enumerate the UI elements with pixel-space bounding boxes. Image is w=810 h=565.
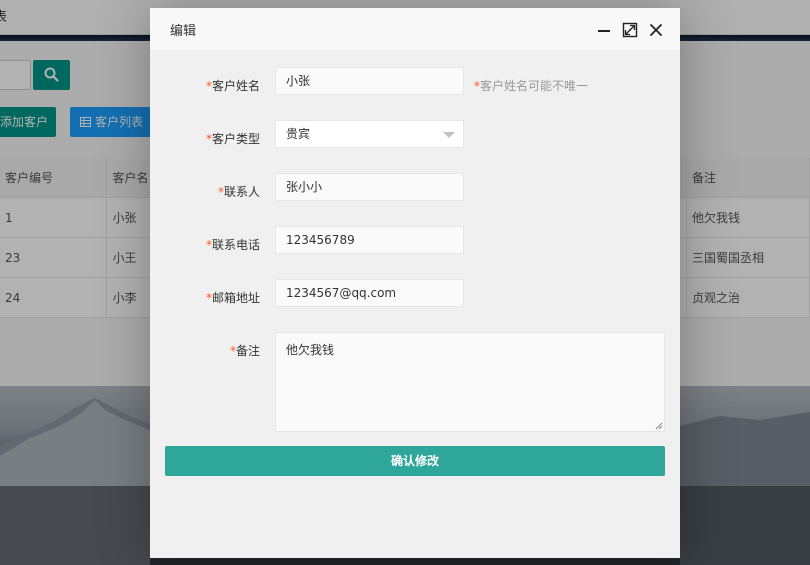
type-label-text: 客户类型 xyxy=(211,132,260,146)
phone-label-text: 联系电话 xyxy=(211,238,260,252)
customer-type-value: 贵宾 xyxy=(286,127,311,141)
email-label: *邮箱地址 xyxy=(150,289,260,306)
maximize-icon[interactable] xyxy=(622,22,638,38)
name-label: *客户姓名 xyxy=(150,77,260,94)
triangle-down-icon xyxy=(443,132,455,138)
contact-label-text: 联系人 xyxy=(223,185,260,199)
contact-person-input[interactable]: 张小小 xyxy=(275,173,464,201)
remark-label: *备注 xyxy=(150,342,260,359)
phone-label: *联系电话 xyxy=(150,236,260,253)
name-hint: *客户姓名可能不唯一 xyxy=(474,77,588,94)
dialog-title: 编辑 xyxy=(170,24,197,39)
edit-customer-dialog: 编辑 *客户姓名 小张 *客户姓名可能不唯一 *客户类型 贵宾 *联系人 张小小… xyxy=(150,8,680,558)
customer-name-input[interactable]: 小张 xyxy=(275,67,464,95)
dialog-header: 编辑 xyxy=(150,8,680,51)
email-input[interactable]: 1234567@qq.com xyxy=(275,279,464,307)
name-hint-text: 客户姓名可能不唯一 xyxy=(480,79,589,93)
type-label: *客户类型 xyxy=(150,130,260,147)
remark-value: 他欠我钱 xyxy=(286,343,335,357)
remark-textarea[interactable]: 他欠我钱 xyxy=(275,332,665,432)
close-icon[interactable] xyxy=(648,22,664,38)
minimize-icon[interactable] xyxy=(596,22,612,38)
customer-type-select[interactable]: 贵宾 xyxy=(275,120,464,148)
contact-label: *联系人 xyxy=(150,183,260,200)
email-label-text: 邮箱地址 xyxy=(211,291,260,305)
phone-input[interactable]: 123456789 xyxy=(275,226,464,254)
confirm-edit-button[interactable]: 确认修改 xyxy=(165,446,665,476)
name-label-text: 客户姓名 xyxy=(211,79,260,93)
resize-grip-icon[interactable] xyxy=(655,422,663,430)
remark-label-text: 备注 xyxy=(235,344,260,358)
